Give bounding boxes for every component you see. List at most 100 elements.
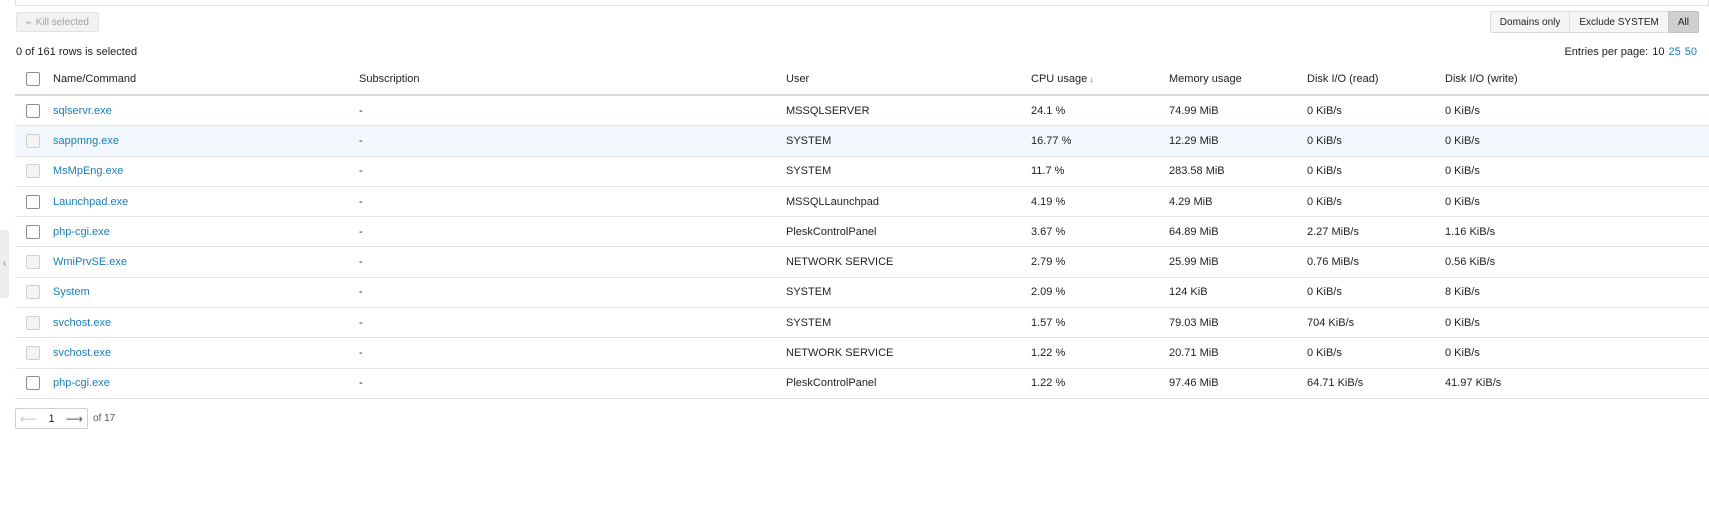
kill-icon: ⌁ [25,16,32,29]
process-name-link[interactable]: svchost.exe [53,317,359,329]
cpu-usage-cell: 1.22 % [1031,347,1066,360]
memory-usage-cell: 79.03 MiB [1169,316,1219,329]
table-row[interactable]: sappmng.exe - SYSTEM 16.77 % 12.29 MiB 0 KiB/… [15,126,1709,157]
chevron-left-icon: ‹ [2,258,7,269]
memory-usage-cell: 12.29 MiB [1169,134,1219,147]
row-select-cell [15,103,53,118]
user-cell: NETWORK SERVICE [786,347,894,360]
column-header-name[interactable]: Name/Command [53,73,359,85]
subscription-cell: - [359,377,363,390]
table-row[interactable]: svchost.exe - SYSTEM 1.57 % 79.03 MiB 704 KiB… [15,308,1709,339]
row-checkbox[interactable] [26,224,40,239]
filter-domains-only-button[interactable]: Domains only [1489,11,1571,33]
column-header-disk-write[interactable]: Disk I/O (write) [1445,73,1565,85]
page-count: of 17 [93,413,116,424]
table-row[interactable]: php-cgi.exe - PleskControlPanel 3.67 % 64.89… [15,217,1709,248]
subscription-cell: - [359,104,363,117]
table-row[interactable]: System - SYSTEM 2.09 % 124 KiB 0 KiB/s 8 KiB/s [15,278,1709,309]
table-row[interactable]: Launchpad.exe - MSSQLLaunchpad 4.19 % 4.29 M… [15,187,1709,218]
process-name-link[interactable]: Launchpad.exe [53,196,359,208]
select-all-cell [15,72,53,86]
process-name-link[interactable]: System [53,286,359,298]
subscription-cell: - [359,256,363,269]
user-cell: PleskControlPanel [786,377,877,390]
arrow-right-icon[interactable]: ⟶ [66,412,83,426]
user-cell: MSSQLSERVER [786,104,870,117]
column-header-subscription[interactable]: Subscription [359,73,786,85]
process-name-link[interactable]: php-cgi.exe [53,377,359,389]
cpu-usage-cell: 4.19 % [1031,195,1066,208]
cpu-usage-cell: 24.1 % [1031,104,1066,117]
column-header-disk-read[interactable]: Disk I/O (read) [1307,73,1445,85]
table-row[interactable]: sqlservr.exe - MSSQLSERVER 24.1 % 74.99 MiB 0… [15,96,1709,127]
disk-write-cell: 0 KiB/s [1445,316,1480,329]
row-checkbox [26,164,40,179]
disk-read-cell: 0 KiB/s [1307,286,1342,299]
process-name-link[interactable]: MsMpEng.exe [53,165,359,177]
disk-write-cell: 41.97 KiB/s [1445,377,1502,390]
kill-selected-label: Kill selected [35,16,89,28]
filter-exclude-system-button[interactable]: Exclude SYSTEM [1569,11,1669,33]
cpu-usage-cell: 11.7 % [1031,165,1065,178]
row-select-cell [15,315,53,330]
pagination: ⟵ ⟶ of 17 [15,408,115,429]
disk-write-cell: 0.56 KiB/s [1445,256,1496,269]
row-select-cell [15,194,53,209]
kill-selected-button[interactable]: ⌁ Kill selected [16,12,99,32]
entries-option-current: 10 [1652,46,1665,58]
row-select-cell [15,224,53,239]
table-row[interactable]: MsMpEng.exe - SYSTEM 11.7 % 283.58 MiB 0 KiB/… [15,157,1709,187]
memory-usage-cell: 25.99 MiB [1169,256,1219,269]
process-name-link[interactable]: sqlservr.exe [53,105,359,117]
row-select-cell [15,255,53,270]
arrow-left-icon[interactable]: ⟵ [20,412,37,426]
row-checkbox[interactable] [26,194,40,209]
row-checkbox[interactable] [26,103,40,118]
disk-read-cell: 2.27 MiB/s [1307,225,1359,238]
disk-write-cell: 1.16 KiB/s [1445,225,1496,238]
select-all-checkbox[interactable] [26,72,40,86]
row-select-cell [15,133,53,148]
entries-option-50[interactable]: 50 [1685,46,1697,58]
process-table: Name/Command Subscription User CPU usage… [15,64,1709,399]
top-panel-frame [15,0,1709,6]
sort-desc-icon: ↓ [1089,74,1094,84]
row-checkbox [26,285,40,300]
disk-read-cell: 0 KiB/s [1307,195,1342,208]
column-header-cpu[interactable]: CPU usage ↓ [1031,73,1169,85]
subscription-cell: - [359,316,363,329]
filter-all-button[interactable]: All [1667,11,1699,33]
row-checkbox [26,346,40,361]
row-checkbox[interactable] [26,376,40,391]
table-row[interactable]: svchost.exe - NETWORK SERVICE 1.22 % 20.71 M… [15,338,1709,369]
column-header-user[interactable]: User [786,73,1031,85]
disk-read-cell: 64.71 KiB/s [1307,377,1364,390]
entries-option-25[interactable]: 25 [1669,46,1681,58]
process-name-link[interactable]: sappmng.exe [53,135,359,147]
cpu-usage-cell: 3.67 % [1031,225,1066,238]
user-cell: MSSQLLaunchpad [786,195,879,208]
user-cell: SYSTEM [786,316,832,329]
pagination-box: ⟵ ⟶ [15,408,88,429]
column-header-memory[interactable]: Memory usage [1169,73,1307,85]
page-number-input[interactable] [37,410,66,427]
table-row[interactable]: php-cgi.exe - PleskControlPanel 1.22 % 97.46… [15,369,1709,399]
memory-usage-cell: 4.29 MiB [1169,195,1213,208]
subscription-cell: - [359,286,363,299]
process-name-link[interactable]: svchost.exe [53,347,359,359]
disk-read-cell: 0 KiB/s [1307,134,1342,147]
table-body: sqlservr.exe - MSSQLSERVER 24.1 % 74.99 MiB 0… [15,96,1709,399]
subscription-cell: - [359,225,363,238]
process-name-link[interactable]: php-cgi.exe [53,226,359,238]
rows-selected-count: 0 of 161 rows is selected [16,46,138,58]
process-filter-group: Domains only Exclude SYSTEM All [1489,11,1699,33]
row-checkbox [26,255,40,270]
process-name-link[interactable]: WmiPrvSE.exe [53,256,359,268]
row-select-cell [15,376,53,391]
user-cell: NETWORK SERVICE [786,256,894,269]
sidebar-collapse-handle[interactable]: ‹ [0,230,9,298]
table-row[interactable]: WmiPrvSE.exe - NETWORK SERVICE 2.79 % 25.99 … [15,247,1709,278]
memory-usage-cell: 20.71 MiB [1169,347,1219,360]
disk-write-cell: 8 KiB/s [1445,286,1480,299]
table-header: Name/Command Subscription User CPU usage… [15,64,1709,96]
